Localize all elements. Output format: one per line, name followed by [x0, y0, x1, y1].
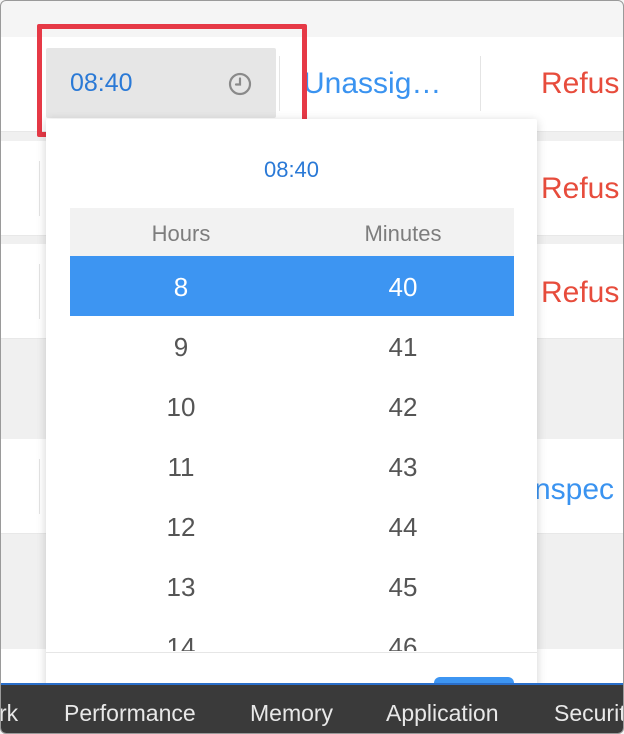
minute-option[interactable]: 42 [292, 392, 514, 423]
minute-option[interactable]: 44 [292, 512, 514, 543]
refuse-link[interactable]: Refus [541, 276, 619, 310]
minute-option[interactable]: 40 [292, 272, 514, 303]
picker-selected-time: 08:40 [263, 157, 320, 182]
hour-option[interactable]: 12 [70, 512, 292, 543]
column-divider [39, 264, 40, 319]
tab-network[interactable]: rk [1, 700, 18, 727]
minute-option[interactable]: 45 [292, 572, 514, 603]
tab-application[interactable]: Application [386, 700, 499, 727]
column-divider [39, 161, 40, 216]
picker-option[interactable]: 13 45 [70, 556, 514, 616]
refuse-link[interactable]: Refus [541, 67, 619, 101]
column-divider [480, 56, 481, 111]
minute-option[interactable]: 43 [292, 452, 514, 483]
picker-option[interactable]: 12 44 [70, 496, 514, 556]
picker-option[interactable]: 10 42 [70, 376, 514, 436]
hour-option[interactable]: 9 [70, 332, 292, 363]
picker-option[interactable]: 11 43 [70, 436, 514, 496]
picker-option[interactable]: 14 46 [70, 616, 514, 651]
time-picker-dropdown: 08:40 Hours Minutes 8 40 9 41 10 42 11 4… [46, 119, 537, 689]
hour-option[interactable]: 14 [70, 632, 292, 651]
refuse-link[interactable]: Refus [541, 172, 619, 206]
hour-option[interactable]: 10 [70, 392, 292, 423]
picker-option[interactable]: 9 41 [70, 316, 514, 376]
picker-option-selected[interactable]: 8 40 [70, 256, 514, 316]
tab-memory[interactable]: Memory [250, 700, 333, 727]
minute-option[interactable]: 41 [292, 332, 514, 363]
time-input-value: 08:40 [70, 69, 133, 97]
minute-option[interactable]: 46 [292, 632, 514, 651]
tab-performance[interactable]: Performance [64, 700, 196, 727]
hour-option[interactable]: 13 [70, 572, 292, 603]
status-link-unassigned[interactable]: Unassig… [303, 67, 441, 101]
picker-options-list[interactable]: 8 40 9 41 10 42 11 43 12 44 13 45 14 46 [70, 256, 514, 651]
app-frame: Unassig… Refus Refus Refus nspec 08:40 0… [0, 0, 624, 734]
column-divider [279, 56, 280, 111]
hours-column-header: Hours [151, 221, 211, 246]
inspect-link[interactable]: nspec [534, 473, 614, 507]
tab-security[interactable]: Securit [554, 700, 623, 727]
clock-icon[interactable] [228, 72, 252, 96]
picker-footer-divider [46, 652, 537, 653]
devtools-tab-bar: rk Performance Memory Application Securi… [1, 683, 623, 733]
picker-column-headers: Hours Minutes [70, 208, 514, 260]
hour-option[interactable]: 11 [70, 452, 292, 483]
column-divider [39, 459, 40, 514]
hour-option[interactable]: 8 [70, 272, 292, 303]
minutes-column-header: Minutes [364, 221, 442, 246]
